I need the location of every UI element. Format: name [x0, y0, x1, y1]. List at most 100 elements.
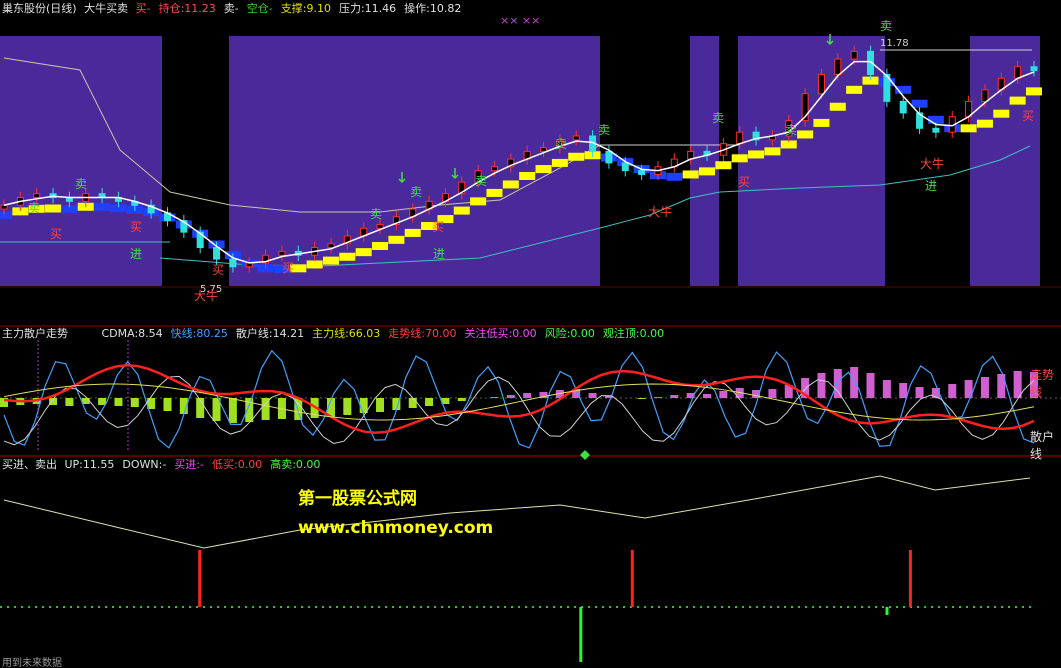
- candle-body: [899, 100, 907, 114]
- ladder-step: [1009, 96, 1026, 105]
- ladder-step: [388, 235, 405, 244]
- ladder-step: [568, 152, 585, 161]
- ladder-step: [551, 158, 568, 167]
- sell-marker-8: 卖: [785, 123, 797, 137]
- histogram-bar: [163, 398, 172, 411]
- sell-marker-4: 卖: [475, 174, 487, 188]
- histogram-bar: [980, 377, 989, 398]
- ladder-step: [0, 211, 12, 220]
- candle-body: [540, 147, 548, 152]
- zone-2: [690, 36, 719, 286]
- histogram-bar: [490, 397, 499, 398]
- retail-line-label: 散户线: [1030, 430, 1055, 461]
- histogram-bar: [343, 398, 352, 415]
- sell-marker-6: 卖: [598, 123, 610, 137]
- histogram-bar: [817, 373, 826, 398]
- ladder-step: [797, 130, 814, 139]
- sell-marker-0: 卖: [28, 201, 40, 215]
- bull-marker-2: 大牛: [920, 156, 944, 171]
- watermark-url: www.chnmoney.com: [298, 518, 494, 538]
- ladder-step: [960, 124, 977, 133]
- histogram-bar: [228, 398, 237, 423]
- histogram-bar: [915, 387, 924, 398]
- sell-marker-7: 卖: [712, 111, 724, 125]
- candle-body: [213, 247, 221, 260]
- bull-marker-1: 大牛: [648, 204, 672, 219]
- high-price-label: 11.78: [880, 38, 909, 49]
- enter-marker-2: 进: [925, 179, 937, 193]
- candle-body: [981, 89, 989, 102]
- candle-body: [376, 223, 384, 229]
- ladder-step: [453, 206, 470, 215]
- up-line: [3, 475, 1031, 549]
- candle-body: [932, 127, 940, 133]
- ladder-step: [715, 161, 732, 170]
- ladder-step: [748, 150, 765, 159]
- candle-body: [1030, 66, 1038, 72]
- histogram-bar: [882, 380, 891, 398]
- ladder-step: [45, 204, 62, 213]
- candle-body: [490, 166, 498, 172]
- ladder-step: [339, 252, 356, 261]
- ladder-step: [355, 248, 372, 257]
- sell-marker-9: 卖: [880, 19, 892, 33]
- candle-body: [278, 250, 286, 256]
- histogram-bar: [670, 395, 679, 398]
- sell-marker-1: 卖: [75, 177, 87, 191]
- histogram-bar: [98, 398, 107, 405]
- ladder-step: [813, 118, 830, 127]
- histogram-bar: [850, 367, 859, 398]
- zone-1: [229, 36, 600, 286]
- candle-body: [834, 58, 842, 75]
- candle-body: [621, 162, 629, 172]
- buy-marker-3: 买: [282, 261, 294, 275]
- candle-body: [605, 150, 613, 164]
- histogram-bar: [1013, 371, 1022, 398]
- diamond-icon: [580, 450, 590, 460]
- quick-line: [3, 349, 1035, 449]
- ladder-step: [535, 165, 552, 174]
- ladder-step: [699, 167, 716, 176]
- histogram-bar: [65, 398, 74, 406]
- buy-marker-2: 买: [212, 263, 224, 277]
- trend-line-label: 走势线: [1030, 368, 1055, 399]
- histogram-bar: [130, 398, 139, 407]
- candle-body: [1014, 66, 1022, 79]
- candle-body: [817, 73, 825, 95]
- footer-note: 用到未来数据: [2, 658, 62, 668]
- histogram-bar: [899, 383, 908, 398]
- enter-marker-0: 进: [130, 247, 142, 261]
- histogram-bar: [506, 395, 515, 398]
- ladder-step: [486, 188, 503, 197]
- sell-marker-2: 卖: [370, 207, 382, 221]
- ladder-step: [306, 260, 323, 269]
- histogram-bar: [768, 389, 777, 398]
- histogram-bar: [408, 398, 417, 408]
- ladder-step: [764, 147, 781, 156]
- histogram-bar: [719, 391, 728, 398]
- buy-marker-6: 买: [1022, 109, 1034, 123]
- ladder-step: [94, 202, 111, 211]
- histogram-bar: [425, 398, 434, 406]
- ladder-step: [731, 154, 748, 163]
- trend-line: [3, 363, 1035, 435]
- candle-body: [850, 50, 858, 60]
- ladder-step: [519, 172, 536, 180]
- histogram-bar: [866, 373, 875, 398]
- candle-body: [638, 170, 646, 175]
- bull-marker-0: 大牛: [194, 288, 218, 303]
- candle-body: [0, 204, 8, 210]
- histogram-bar: [703, 394, 712, 398]
- buy-marker-1: 买: [130, 220, 142, 234]
- histogram-bar: [457, 398, 466, 401]
- ladder-step: [911, 99, 928, 108]
- histogram-bar: [588, 393, 597, 398]
- ladder-step: [372, 242, 389, 250]
- histogram-bar: [653, 397, 662, 398]
- ladder-step: [1026, 87, 1042, 96]
- enter-marker-1: 进: [433, 247, 445, 261]
- sell-marker-5: 卖: [555, 137, 567, 151]
- ladder-step: [846, 85, 863, 94]
- candle-body: [327, 243, 335, 249]
- histogram-bar: [114, 398, 123, 406]
